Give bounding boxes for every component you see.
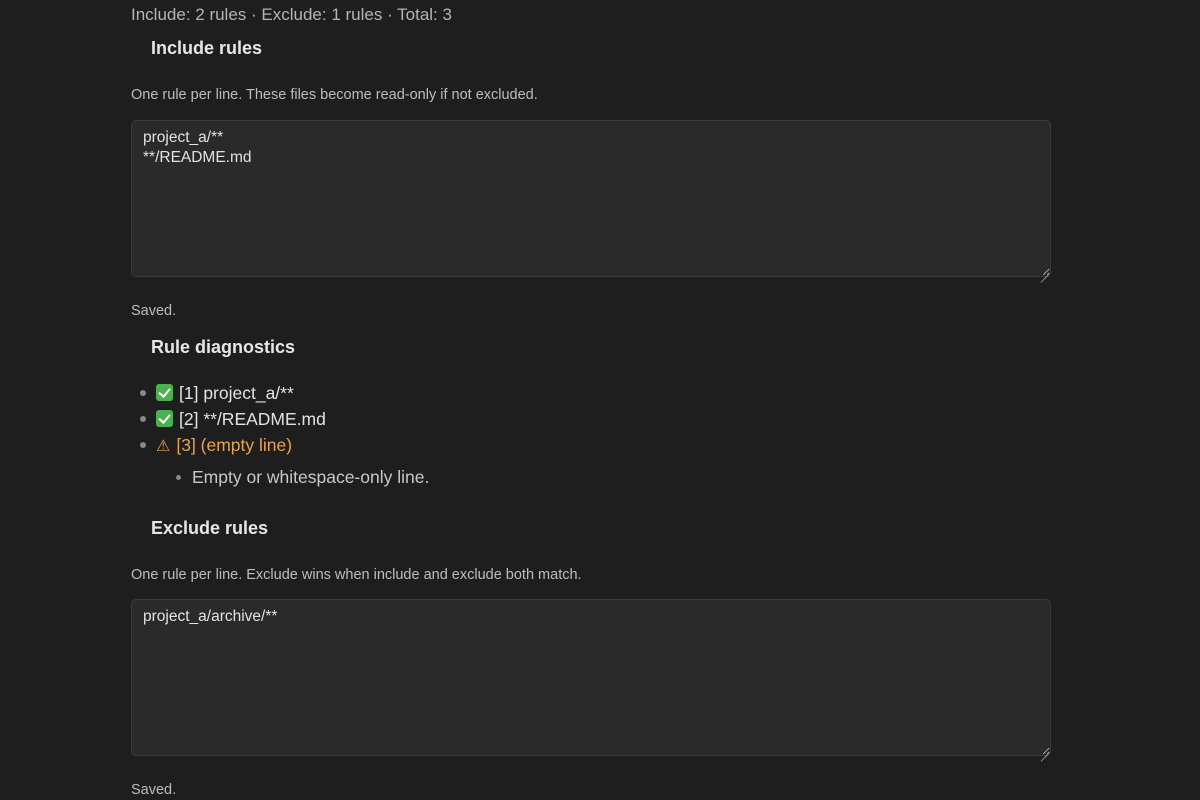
rules-summary: Include: 2 rules · Exclude: 1 rules · To… bbox=[131, 5, 452, 24]
include-save-status: Saved. bbox=[131, 303, 177, 319]
include-rules-heading: Include rules bbox=[151, 38, 263, 58]
diagnostic-text: [3] (empty line) bbox=[176, 435, 293, 455]
diagnostic-text: [1] project_a/** bbox=[179, 383, 294, 403]
exclude-rules-description: One rule per line. Exclude wins when inc… bbox=[131, 567, 582, 583]
diagnostic-text: [2] **/README.md bbox=[179, 409, 326, 429]
warning-icon: ⚠ bbox=[156, 438, 171, 455]
diagnostic-detail: Empty or whitespace-only line. bbox=[156, 464, 429, 490]
check-mark-icon bbox=[156, 410, 173, 427]
include-rules-description: One rule per line. These files become re… bbox=[131, 87, 538, 103]
exclude-rules-textarea[interactable] bbox=[131, 599, 1051, 756]
rule-diagnostics-list: [1] project_a/** [2] **/README.md ⚠ [3] (… bbox=[140, 380, 429, 487]
diagnostic-item-3: ⚠ [3] (empty line) Empty or whitespace-on… bbox=[140, 432, 429, 487]
exclude-rules-heading: Exclude rules bbox=[151, 518, 269, 538]
exclude-resize-handle-icon[interactable] bbox=[1040, 745, 1049, 754]
rule-diagnostics-heading: Rule diagnostics bbox=[151, 337, 296, 357]
exclude-save-status: Saved. bbox=[131, 782, 177, 798]
diagnostic-item-2: [2] **/README.md bbox=[140, 406, 429, 432]
check-mark-icon bbox=[156, 384, 173, 401]
diagnostic-item-1: [1] project_a/** bbox=[140, 380, 429, 406]
include-rules-textarea[interactable] bbox=[131, 120, 1051, 277]
include-resize-handle-icon[interactable] bbox=[1040, 266, 1049, 275]
rules-settings-page: Include: 2 rules · Exclude: 1 rules · To… bbox=[0, 0, 1200, 800]
diagnostic-detail-list: Empty or whitespace-only line. bbox=[156, 464, 429, 490]
